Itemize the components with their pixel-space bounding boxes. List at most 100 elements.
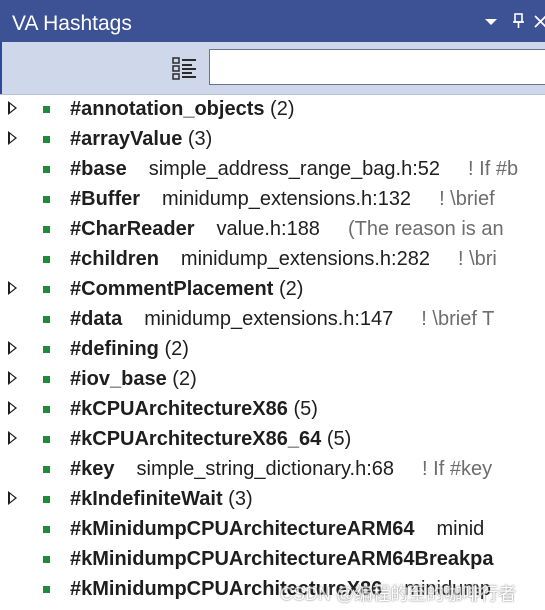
hashtag-count: (2) (164, 338, 189, 360)
comment-preview: ! \bri (457, 248, 497, 270)
hashtag-bullet-icon (43, 376, 50, 383)
hashtag-bullet-icon (43, 196, 50, 203)
hashtag-bullet-icon (43, 526, 50, 533)
hashtag-name: #children (70, 248, 159, 270)
row-text: #key simple_string_dictionary.h:68 ! If #k… (70, 454, 492, 484)
hashtag-bullet-icon (43, 436, 50, 443)
row-text: #Buffer minidump_extensions.h:132 ! \brief (70, 184, 495, 214)
row-text: #children minidump_extensions.h:282 ! \bri (70, 244, 497, 274)
hashtag-name: #defining (70, 338, 159, 360)
hashtag-bullet-icon (43, 166, 50, 173)
hashtag-bullet-icon (43, 496, 50, 503)
hashtag-name: #annotation_objects (70, 98, 265, 120)
expand-arrow-icon[interactable] (8, 131, 17, 145)
tree-row[interactable]: #kIndefiniteWait (3) (0, 484, 545, 514)
hashtag-bullet-icon (43, 106, 50, 113)
row-text: #kMinidumpCPUArchitectureARM64 minid (70, 514, 484, 544)
hashtag-tree: #annotation_objects (2) #arrayValue (3) #b… (0, 94, 545, 610)
expand-arrow-icon[interactable] (8, 371, 17, 385)
tree-row[interactable]: #arrayValue (3) (0, 124, 545, 154)
tree-row[interactable]: #kMinidumpCPUArchitectureARM64Breakpa (0, 544, 545, 574)
expand-arrow-icon[interactable] (8, 341, 17, 355)
hashtag-name: #CommentPlacement (70, 278, 274, 300)
hashtag-name: #base (70, 158, 127, 180)
expand-arrow-icon[interactable] (8, 281, 17, 295)
tree-row[interactable]: #data minidump_extensions.h:147 ! \brief T (0, 304, 545, 334)
hashtag-bullet-icon (43, 136, 50, 143)
expand-arrow-icon[interactable] (8, 431, 17, 445)
hashtag-count: (3) (187, 128, 213, 150)
tree-row[interactable]: #iov_base (2) (0, 364, 545, 394)
row-text: #arrayValue (3) (70, 124, 212, 154)
window-menu-dropdown-icon[interactable] (482, 11, 500, 31)
title-bar: VA Hashtags (0, 0, 545, 42)
hashtag-name: #kCPUArchitectureX86 (70, 398, 288, 420)
watermark: CSDN @编程的至的咖啡行者 (280, 584, 517, 604)
comment-preview: ! If #key (422, 458, 493, 480)
comment-preview: ! \brief (439, 188, 495, 210)
hashtag-count: (5) (293, 398, 318, 420)
hashtag-bullet-icon (43, 346, 50, 353)
tree-row[interactable]: #kCPUArchitectureX86 (5) (0, 394, 545, 424)
tree-row[interactable]: #annotation_objects (2) (0, 94, 545, 124)
row-text: #CommentPlacement (2) (70, 274, 303, 304)
row-text: #kCPUArchitectureX86_64 (5) (70, 424, 351, 454)
expand-arrow-icon[interactable] (8, 491, 17, 505)
row-text: #defining (2) (70, 334, 189, 364)
hashtag-name: #kIndefiniteWait (70, 488, 223, 510)
file-location: simple_address_range_bag.h:52 (148, 158, 441, 180)
hashtag-count: (5) (326, 428, 352, 450)
hashtag-name: #kMinidumpCPUArchitectureARM64 (70, 518, 415, 540)
hashtag-bullet-icon (43, 466, 50, 473)
hashtag-bullet-icon (43, 226, 50, 233)
hashtag-bullet-icon (43, 586, 50, 593)
hashtag-bullet-icon (43, 556, 50, 563)
comment-preview: ! If #b (468, 158, 519, 180)
tree-row[interactable]: #CommentPlacement (2) (0, 274, 545, 304)
hashtag-name: #arrayValue (70, 128, 183, 150)
file-location: minid (436, 518, 485, 540)
file-location: minidump_extensions.h:282 (180, 248, 430, 270)
expand-arrow-icon[interactable] (8, 101, 17, 115)
hashtag-bullet-icon (43, 406, 50, 413)
tree-row[interactable]: #base simple_address_range_bag.h:52 ! If #… (0, 154, 545, 184)
expand-arrow-icon[interactable] (8, 401, 17, 415)
tree-row[interactable]: #Buffer minidump_extensions.h:132 ! \brief (0, 184, 545, 214)
hashtag-name: #kCPUArchitectureX86_64 (70, 428, 322, 450)
window-title: VA Hashtags (12, 12, 132, 35)
tree-row[interactable]: #key simple_string_dictionary.h:68 ! If #k… (0, 454, 545, 484)
search-input[interactable] (209, 49, 545, 85)
list-filter-icon[interactable] (172, 56, 198, 82)
row-text: #kCPUArchitectureX86 (5) (70, 394, 318, 424)
tree-row[interactable]: #defining (2) (0, 334, 545, 364)
comment-preview: (The reason is an (347, 218, 504, 240)
tree-row[interactable]: #kCPUArchitectureX86_64 (5) (0, 424, 545, 454)
row-text: #CharReader value.h:188 (The reason is an (70, 214, 504, 244)
hashtag-count: (2) (172, 368, 197, 390)
tree-row[interactable]: #kMinidumpCPUArchitectureARM64 minid (0, 514, 545, 544)
row-text: #annotation_objects (2) (70, 94, 295, 124)
hashtag-count: (2) (270, 98, 295, 120)
file-location: value.h:188 (216, 218, 320, 240)
row-text: #kMinidumpCPUArchitectureARM64Breakpa (70, 544, 493, 574)
tree-row[interactable]: #children minidump_extensions.h:282 ! \bri (0, 244, 545, 274)
row-text: #kOffsetType (2) (70, 604, 225, 610)
row-text: #iov_base (2) (70, 364, 197, 394)
pin-icon[interactable] (510, 11, 528, 31)
row-text: #kIndefiniteWait (3) (70, 484, 253, 514)
hashtag-bullet-icon (43, 286, 50, 293)
row-text: #data minidump_extensions.h:147 ! \brief T (70, 304, 494, 334)
tree-row[interactable]: #CharReader value.h:188 (The reason is an (0, 214, 545, 244)
row-text: #base simple_address_range_bag.h:52 ! If #… (70, 154, 518, 184)
file-location: minidump_extensions.h:132 (162, 188, 412, 210)
hashtag-name: #Buffer (70, 188, 141, 210)
comment-preview: ! \brief T (421, 308, 495, 330)
hashtag-name: #key (70, 458, 115, 480)
file-location: simple_string_dictionary.h:68 (136, 458, 395, 480)
toolbar-edge (0, 42, 2, 94)
hashtag-name: #kMinidumpCPUArchitectureARM64Breakpa (70, 548, 494, 570)
hashtag-name: #data (70, 308, 123, 330)
close-icon[interactable] (533, 11, 545, 31)
hashtag-bullet-icon (43, 256, 50, 263)
hashtag-count: (3) (228, 488, 253, 510)
